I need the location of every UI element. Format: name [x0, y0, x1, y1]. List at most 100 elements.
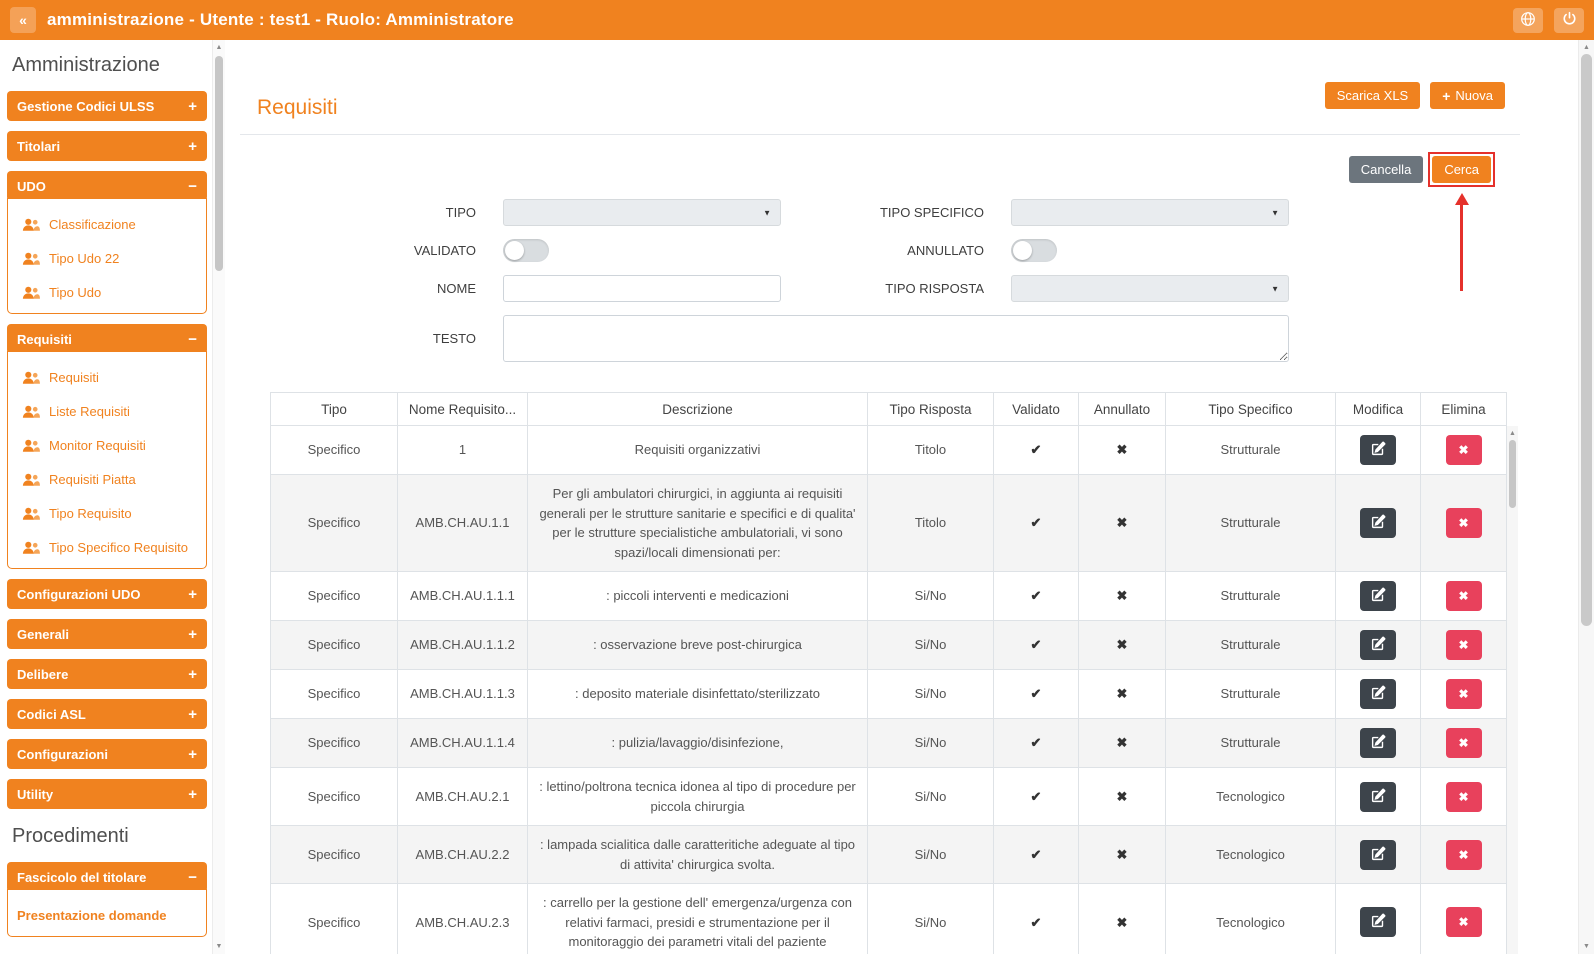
sidebar-section-button[interactable]: Gestione Codici ULSS +: [7, 91, 207, 121]
sidebar-collapse-button[interactable]: «: [10, 7, 36, 33]
scroll-up-icon[interactable]: ▲: [1579, 44, 1594, 51]
scroll-down-icon[interactable]: ▼: [213, 943, 225, 950]
sidebar-section-button[interactable]: Requisiti −: [7, 324, 207, 354]
sidebar-section-button[interactable]: Utility +: [7, 779, 207, 809]
sidebar-item[interactable]: Classificazione: [8, 207, 206, 241]
table-scrollbar[interactable]: ▲: [1507, 426, 1518, 954]
tipo-risposta-select[interactable]: ▼: [1011, 275, 1289, 302]
sidebar-section-button[interactable]: Delibere +: [7, 659, 207, 689]
head-actions: Scarica XLS + Nuova: [1324, 82, 1505, 109]
page-scrollbar[interactable]: ▲ ▼: [1578, 40, 1594, 954]
delete-button[interactable]: ✖: [1445, 581, 1482, 611]
cancel-button[interactable]: Cancella: [1348, 156, 1424, 183]
sidebar: Amministrazione Gestione Codici ULSS + T…: [0, 40, 212, 954]
sidebar-item[interactable]: Presentazione domande: [8, 898, 206, 932]
testo-textarea[interactable]: [503, 315, 1289, 362]
cell-modifica: [1335, 825, 1421, 884]
delete-button[interactable]: ✖: [1445, 679, 1482, 709]
sidebar-item[interactable]: Tipo Specifico Requisito: [8, 530, 206, 564]
toggle-knob: [1013, 241, 1032, 260]
cell-tipo-specifico: Tecnologico: [1165, 767, 1336, 826]
delete-button[interactable]: ✖: [1445, 508, 1482, 538]
cell-tipo: Specifico: [270, 474, 398, 572]
sidebar-scrollbar-thumb[interactable]: [215, 56, 223, 271]
sidebar-section-button[interactable]: Titolari +: [7, 131, 207, 161]
table-scrollbar-thumb[interactable]: [1509, 440, 1516, 508]
edit-button[interactable]: [1360, 679, 1396, 709]
annullato-toggle[interactable]: [1011, 239, 1057, 262]
person-icon: [22, 217, 40, 232]
delete-button[interactable]: ✖: [1445, 839, 1482, 870]
cell-elimina: ✖: [1420, 425, 1507, 475]
cross-icon: ✖: [1116, 735, 1128, 751]
tipo-specifico-select[interactable]: ▼: [1011, 199, 1289, 226]
column-header-tipo: Tipo: [270, 392, 398, 426]
sidebar-item[interactable]: Liste Requisiti: [8, 394, 206, 428]
edit-button[interactable]: [1360, 435, 1396, 465]
expand-collapse-icon: +: [188, 785, 197, 803]
sidebar-section-button[interactable]: Configurazioni +: [7, 739, 207, 769]
pencil-square-icon: [1371, 587, 1386, 605]
sidebar-section-label: Configurazioni UDO: [17, 586, 141, 602]
sidebar-section-button[interactable]: Configurazioni UDO +: [7, 579, 207, 609]
new-button[interactable]: + Nuova: [1430, 82, 1505, 109]
cell-descrizione: : lampada scialitica dalle caratteritich…: [527, 825, 868, 884]
sidebar-section-children: Requisiti Liste Requisiti Monitor Requis…: [7, 351, 207, 569]
delete-button[interactable]: ✖: [1445, 630, 1482, 660]
sidebar-item[interactable]: Monitor Requisiti: [8, 428, 206, 462]
sidebar-section-label: Titolari: [17, 138, 61, 154]
logout-button[interactable]: [1554, 7, 1584, 33]
edit-button[interactable]: [1360, 907, 1396, 938]
scroll-up-icon[interactable]: ▲: [1507, 430, 1518, 437]
cell-nome-requisito: AMB.CH.AU.1.1.1: [397, 571, 528, 621]
search-actions-row: Cancella Cerca: [225, 135, 1578, 291]
edit-button[interactable]: [1360, 508, 1396, 538]
validato-toggle[interactable]: [503, 239, 549, 262]
nome-input[interactable]: [503, 275, 781, 302]
cell-tipo-specifico: Strutturale: [1165, 571, 1336, 621]
cross-icon: ✖: [1116, 442, 1128, 458]
sidebar-item[interactable]: Requisiti Piatta: [8, 462, 206, 496]
sidebar-item[interactable]: Tipo Udo: [8, 275, 206, 309]
scroll-up-icon[interactable]: ▲: [213, 44, 225, 51]
cell-tipo-specifico: Strutturale: [1165, 718, 1336, 768]
sidebar-heading-procedimenti: Procedimenti: [12, 825, 129, 847]
sidebar-item[interactable]: Tipo Requisito: [8, 496, 206, 530]
cell-annullato: ✖: [1078, 620, 1166, 670]
edit-button[interactable]: [1360, 630, 1396, 660]
edit-button[interactable]: [1360, 728, 1396, 758]
nome-label: NOME: [437, 281, 476, 296]
language-button[interactable]: [1513, 7, 1543, 33]
page-scrollbar-thumb[interactable]: [1581, 54, 1592, 626]
delete-button[interactable]: ✖: [1445, 781, 1482, 812]
edit-button[interactable]: [1360, 581, 1396, 611]
cell-modifica: [1335, 620, 1421, 670]
delete-button[interactable]: ✖: [1445, 907, 1482, 938]
sidebar-scrollbar[interactable]: ▲ ▼: [212, 40, 225, 954]
cell-tipo: Specifico: [270, 767, 398, 826]
scroll-down-icon[interactable]: ▼: [1579, 943, 1594, 950]
expand-collapse-icon: +: [188, 625, 197, 643]
table-row: Specifico AMB.CH.AU.1.1.3 : deposito mat…: [270, 669, 1507, 719]
sidebar-section-button[interactable]: Fascicolo del titolare −: [7, 862, 207, 892]
cross-icon: ✖: [1116, 588, 1128, 604]
expand-collapse-icon: +: [188, 97, 197, 115]
edit-button[interactable]: [1360, 839, 1396, 870]
tipo-select[interactable]: ▼: [503, 199, 781, 226]
download-xls-button[interactable]: Scarica XLS: [1324, 82, 1421, 109]
pencil-square-icon: [1371, 636, 1386, 654]
sidebar-item[interactable]: Tipo Udo 22: [8, 241, 206, 275]
sidebar-section-label: Generali: [17, 626, 70, 642]
cell-descrizione: Per gli ambulatori chirurgici, in aggiun…: [527, 474, 868, 572]
delete-button[interactable]: ✖: [1445, 728, 1482, 758]
sidebar-section-button[interactable]: Codici ASL +: [7, 699, 207, 729]
sidebar-section-button[interactable]: Generali +: [7, 619, 207, 649]
delete-button[interactable]: ✖: [1445, 435, 1482, 465]
sidebar-section-button[interactable]: UDO −: [7, 171, 207, 201]
sidebar-item[interactable]: Requisiti: [8, 360, 206, 394]
edit-button[interactable]: [1360, 781, 1396, 812]
search-button[interactable]: Cerca: [1432, 156, 1491, 183]
sidebar-section-label: Delibere: [17, 666, 69, 682]
cell-descrizione: Requisiti organizzativi: [527, 425, 868, 475]
sidebar-section: Gestione Codici ULSS +: [7, 91, 207, 121]
